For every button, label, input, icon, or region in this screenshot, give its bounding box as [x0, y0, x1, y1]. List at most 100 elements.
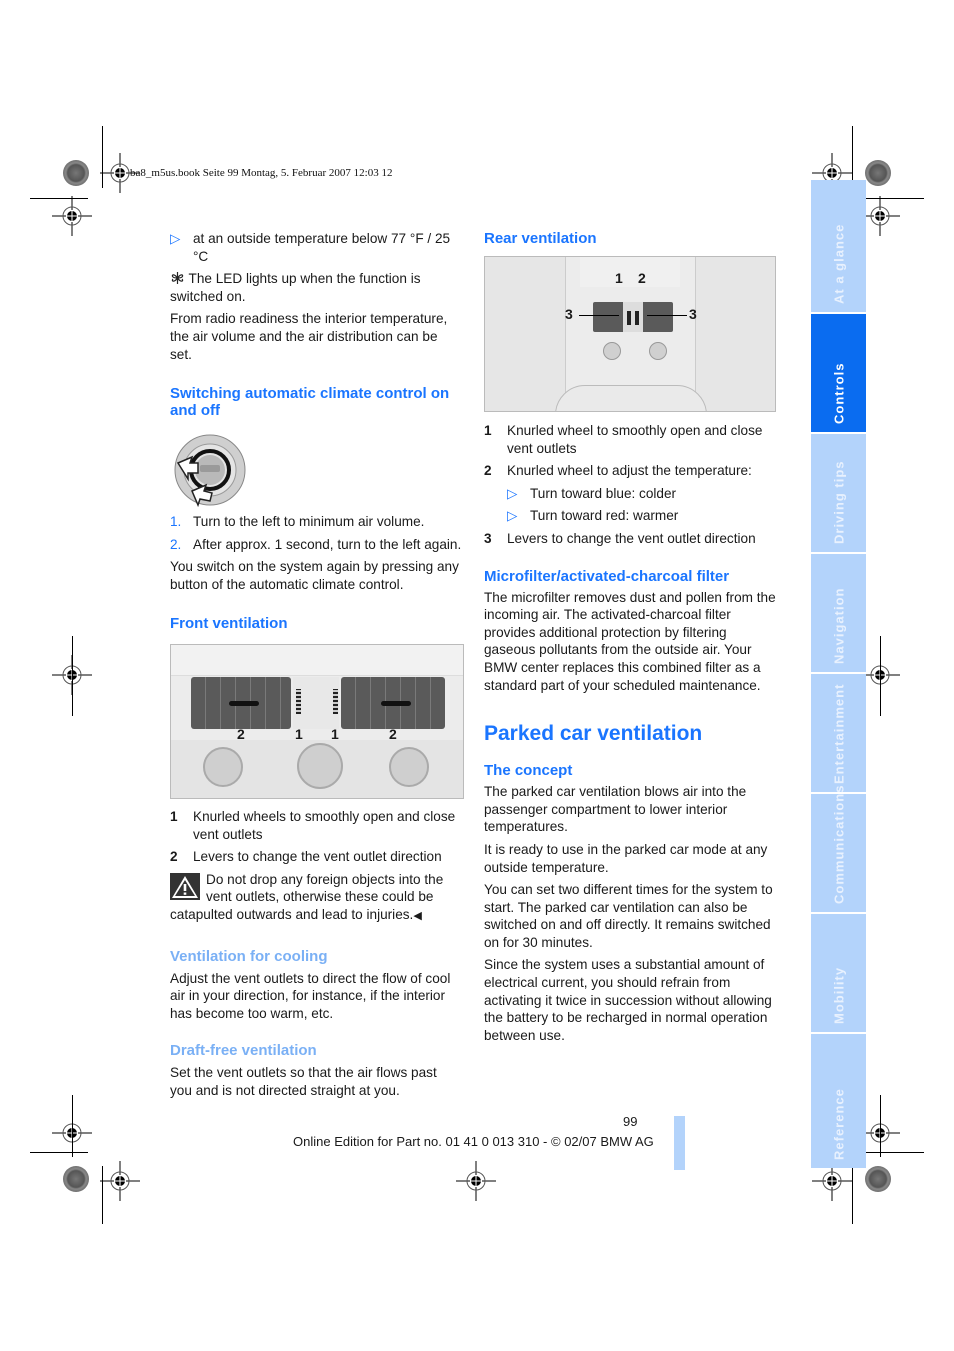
step-item: 2. After approx. 1 second, turn to the l… [170, 536, 462, 554]
tab-label: Navigation [831, 587, 846, 664]
concept-paragraph: Since the system uses a substantial amou… [484, 957, 772, 1043]
bullet-triangle-icon: ▷ [170, 231, 181, 246]
legend-text: Levers to change the vent outlet directi… [193, 849, 442, 865]
tab-communications[interactable]: Communications [811, 785, 866, 914]
draft-free-text: Set the vent outlets so that the air flo… [170, 1065, 437, 1098]
climate-knob-image [174, 434, 246, 508]
legend-item: 3 Levers to change the vent outlet direc… [484, 530, 776, 548]
left-column: ▷ at an outside temperature below 77 °F … [170, 230, 462, 632]
crop-mark [72, 1095, 73, 1157]
tab-entertainment[interactable]: Entertainment [811, 674, 866, 794]
rear-ventilation-image: 1 2 3 3 [484, 256, 776, 412]
warning-note: Do not drop any foreign objects into the… [170, 871, 462, 926]
registration-target-icon [860, 196, 900, 236]
callout-label: 2 [237, 726, 245, 742]
tab-label: Controls [831, 362, 846, 424]
tab-label: At a glance [831, 223, 846, 304]
step-item: 1. Turn to the left to minimum air volum… [170, 513, 462, 531]
crop-mark [852, 1166, 853, 1224]
crop-mark [852, 126, 853, 188]
switch-on-again-text: You switch on the system again by pressi… [170, 559, 459, 592]
concept-paragraph: It is ready to use in the parked car mod… [484, 841, 768, 875]
color-registration-mark-icon [865, 1166, 891, 1192]
callout-label: 1 [331, 726, 339, 742]
right-column-top: Rear ventilation [484, 230, 776, 247]
radio-readiness-text: From radio readiness the interior temper… [170, 311, 448, 362]
legend-item: 1 Knurled wheels to smoothly open and cl… [170, 808, 462, 843]
step-text: After approx. 1 second, turn to the left… [193, 536, 462, 552]
end-of-section-mark-icon: ◀ [413, 909, 422, 922]
tab-controls[interactable]: Controls [811, 314, 866, 434]
crop-mark [72, 636, 73, 716]
legend-number: 2 [484, 463, 492, 479]
color-registration-mark-icon [63, 160, 89, 186]
section-heading-switching: Switching automatic climate control on a… [170, 385, 450, 420]
legend-item: 1 Knurled wheel to smoothly open and clo… [484, 422, 776, 457]
sub-bullet-item: ▷ Turn toward blue: colder [484, 485, 776, 503]
cooling-text: Adjust the vent outlets to direct the fl… [170, 970, 451, 1021]
step-number: 2. [170, 536, 182, 552]
callout-label: 3 [689, 306, 697, 322]
callout-label: 2 [389, 726, 397, 742]
edition-footer: Online Edition for Part no. 01 41 0 013 … [293, 1134, 654, 1149]
sub-bullet-text: Turn toward red: warmer [530, 508, 679, 524]
color-registration-mark-icon [63, 1166, 89, 1192]
section-heading-front-ventilation: Front ventilation [170, 614, 288, 632]
step-number: 1. [170, 514, 182, 530]
warning-triangle-icon [170, 872, 200, 900]
registration-target-icon [456, 1161, 496, 1201]
sub-bullet-item: ▷ Turn toward red: warmer [484, 507, 776, 525]
tab-reference[interactable]: Reference [811, 1034, 866, 1168]
callout-label: 1 [615, 270, 623, 286]
registration-target-icon [52, 196, 92, 236]
chapter-tabs: At a glance Controls Driving tips Naviga… [811, 180, 866, 1168]
bullet-text: at an outside temperature below 77 °F / … [193, 231, 451, 264]
led-note-text: The LED lights up when the function is s… [170, 271, 421, 304]
page-number-bar [674, 1116, 685, 1170]
left-column-lower: 1 Knurled wheels to smoothly open and cl… [170, 808, 462, 1105]
section-heading-cooling: Ventilation for cooling [170, 947, 328, 965]
tab-driving-tips[interactable]: Driving tips [811, 434, 866, 554]
page-number: 99 [623, 1114, 638, 1129]
tab-label: Entertainment [831, 683, 846, 784]
led-note: The LED lights up when the function is s… [170, 270, 462, 305]
legend-text: Levers to change the vent outlet directi… [507, 530, 756, 546]
crop-mark [880, 636, 881, 716]
crop-mark [30, 1152, 88, 1153]
front-ventilation-image: 2 1 1 2 [170, 644, 464, 799]
right-column: 1 Knurled wheel to smoothly open and clo… [484, 422, 776, 1049]
warning-text: Do not drop any foreign objects into the… [170, 871, 444, 922]
bullet-triangle-icon: ▷ [507, 508, 518, 524]
legend-number: 3 [484, 530, 492, 546]
tab-at-a-glance[interactable]: At a glance [811, 180, 866, 314]
legend-text: Knurled wheel to smoothly open and close… [507, 423, 763, 456]
tab-navigation[interactable]: Navigation [811, 554, 866, 674]
bullet-triangle-icon: ▷ [507, 485, 518, 501]
microfilter-text: The microfilter removes dust and pollen … [484, 589, 776, 693]
concept-paragraph: You can set two different times for the … [484, 882, 773, 950]
section-title-parked-car-ventilation: Parked car ventilation [484, 722, 703, 746]
tab-label: Reference [831, 1088, 846, 1160]
print-header: ba8_m5us.book Seite 99 Montag, 5. Februa… [130, 167, 393, 179]
callout-label: 2 [638, 270, 646, 286]
fan-icon [171, 272, 184, 285]
callout-label: 3 [565, 306, 573, 322]
crop-mark [866, 1152, 924, 1153]
crop-mark [880, 1095, 881, 1157]
tab-mobility[interactable]: Mobility [811, 914, 866, 1034]
tab-label: Driving tips [831, 460, 846, 544]
registration-target-icon [100, 1161, 140, 1201]
section-heading-draft-free: Draft-free ventilation [170, 1042, 317, 1060]
step-text: Turn to the left to minimum air volume. [193, 514, 425, 530]
concept-paragraph: The parked car ventilation blows air int… [484, 784, 747, 835]
legend-number: 1 [170, 809, 178, 824]
legend-number: 2 [170, 849, 178, 865]
section-heading-rear-ventilation: Rear ventilation [484, 230, 597, 247]
callout-label: 1 [295, 726, 303, 742]
legend-text: Knurled wheel to adjust the temperature: [507, 463, 752, 479]
section-heading-microfilter: Microfilter/activated-charcoal filter [484, 567, 730, 585]
section-heading-concept: The concept [484, 762, 573, 780]
legend-item: 2 Knurled wheel to adjust the temperatur… [484, 462, 776, 480]
bullet-item: ▷ at an outside temperature below 77 °F … [170, 230, 462, 265]
sub-bullet-text: Turn toward blue: colder [530, 485, 677, 501]
